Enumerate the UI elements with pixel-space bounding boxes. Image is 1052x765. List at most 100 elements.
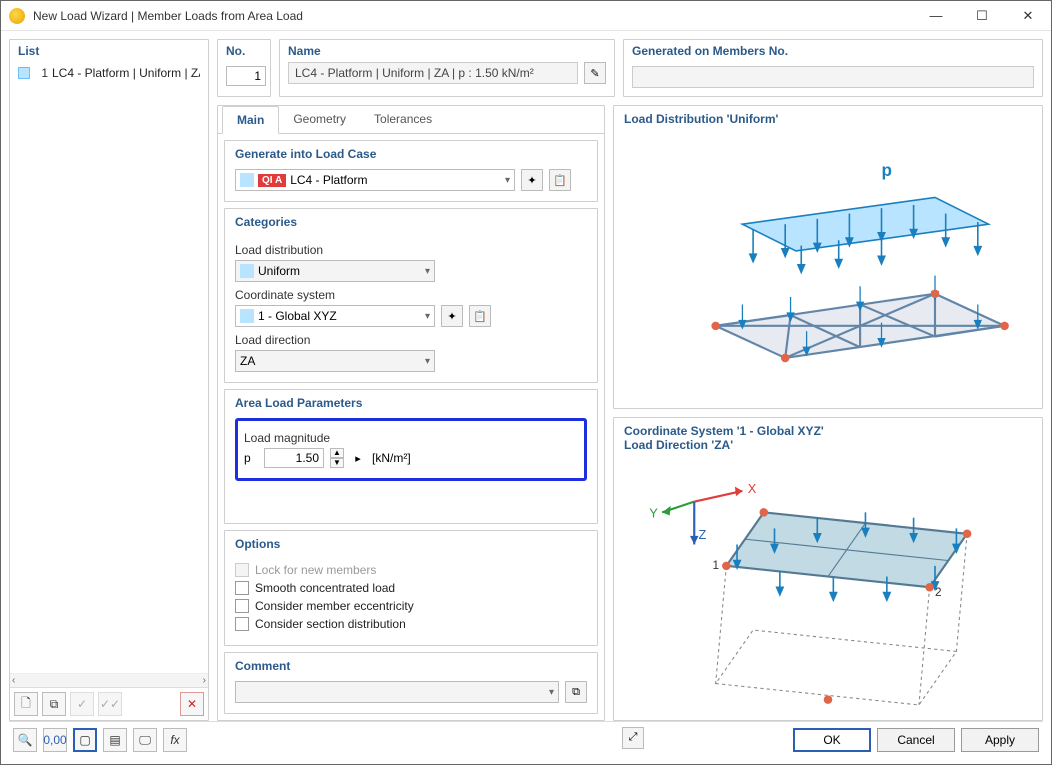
color-mode-button[interactable]: ▢ bbox=[73, 728, 97, 752]
no-input[interactable] bbox=[226, 66, 266, 86]
opt-section-row[interactable]: Consider section distribution bbox=[235, 617, 587, 631]
opt-ecc-label: Consider member eccentricity bbox=[255, 599, 414, 613]
list-item-number: 1 bbox=[34, 66, 48, 80]
name-value: LC4 - Platform | Uniform | ZA | p : 1.50… bbox=[288, 62, 578, 84]
opt-ecc-row[interactable]: Consider member eccentricity bbox=[235, 599, 587, 613]
checkbox-icon[interactable] bbox=[235, 563, 249, 577]
generated-label: Generated on Members No. bbox=[624, 40, 1042, 62]
tab-bar: Main Geometry Tolerances bbox=[218, 106, 604, 134]
options-section: Options Lock for new members bbox=[224, 530, 598, 646]
copy-item-button[interactable]: ⧉ bbox=[42, 692, 66, 716]
coord-swatch bbox=[240, 309, 254, 323]
function-button[interactable]: fx bbox=[163, 728, 187, 752]
maximize-button[interactable]: ☐ bbox=[959, 1, 1005, 30]
load-case-text: LC4 - Platform bbox=[290, 173, 499, 187]
delete-button[interactable]: ✕ bbox=[180, 692, 204, 716]
comment-header: Comment bbox=[225, 653, 597, 677]
opt-section-label: Consider section distribution bbox=[255, 617, 406, 631]
edit-coord-button[interactable]: 📋 bbox=[469, 305, 491, 327]
edit-load-case-button[interactable]: 📋 bbox=[549, 169, 571, 191]
axis-triad: X Y Z bbox=[649, 481, 756, 544]
minimize-button[interactable]: — bbox=[913, 1, 959, 30]
load-mag-unit: [kN/m²] bbox=[372, 451, 411, 465]
coord-label: Coordinate system bbox=[235, 288, 587, 302]
chevron-down-icon: ▾ bbox=[505, 175, 510, 186]
comment-section: Comment ▾ ⧉ bbox=[224, 652, 598, 714]
axis-x-label: X bbox=[748, 481, 757, 496]
load-case-combo[interactable]: QI A LC4 - Platform ▾ bbox=[235, 169, 515, 191]
check-all-button[interactable]: ✓✓ bbox=[98, 692, 122, 716]
area-header: Area Load Parameters bbox=[225, 390, 597, 414]
axis-y-label: Y bbox=[649, 506, 658, 521]
load-mag-symbol: p bbox=[244, 451, 258, 465]
load-dir-text: ZA bbox=[240, 354, 419, 368]
new-load-case-button[interactable]: ✦ bbox=[521, 169, 543, 191]
list-panel: List 1 LC4 - Platform | Uniform | ZA | p… bbox=[9, 39, 209, 721]
opt-smooth-label: Smooth concentrated load bbox=[255, 581, 395, 595]
spin-down-icon[interactable]: ▼ bbox=[330, 458, 344, 468]
name-panel: Name LC4 - Platform | Uniform | ZA | p :… bbox=[279, 39, 615, 97]
load-mag-input[interactable] bbox=[264, 448, 324, 468]
app-icon bbox=[9, 8, 25, 24]
load-dist-swatch bbox=[240, 264, 254, 278]
arrow-right-icon[interactable]: ▸ bbox=[350, 448, 366, 468]
list-header: List bbox=[10, 40, 208, 62]
chevron-down-icon: ▾ bbox=[425, 266, 430, 277]
edit-name-button[interactable]: ✎ bbox=[584, 62, 606, 84]
spin-up-icon[interactable]: ▲ bbox=[330, 448, 344, 458]
load-dist-combo[interactable]: Uniform ▾ bbox=[235, 260, 435, 282]
list-item-label: LC4 - Platform | Uniform | ZA | p : bbox=[52, 66, 200, 80]
dist-preview-title: Load Distribution 'Uniform' bbox=[614, 106, 1042, 126]
form-panel: Main Geometry Tolerances Generate into L… bbox=[217, 105, 605, 721]
show-preview-button[interactable]: ▤ bbox=[103, 728, 127, 752]
plate-iso: 1 2 bbox=[712, 508, 971, 705]
close-button[interactable]: ✕ bbox=[1005, 1, 1051, 30]
display-button[interactable]: 🖵 bbox=[133, 728, 157, 752]
node1-label: 1 bbox=[712, 559, 719, 572]
load-dist-text: Uniform bbox=[258, 264, 419, 278]
titlebar: New Load Wizard | Member Loads from Area… bbox=[1, 1, 1051, 31]
coord-combo[interactable]: 1 - Global XYZ ▾ bbox=[235, 305, 435, 327]
window-title: New Load Wizard | Member Loads from Area… bbox=[33, 9, 913, 23]
name-label: Name bbox=[280, 40, 614, 62]
comment-library-button[interactable]: ⧉ bbox=[565, 681, 587, 703]
new-item-button[interactable]: 🗋 bbox=[14, 692, 38, 716]
checkbox-icon[interactable] bbox=[235, 581, 249, 595]
node2-label: 2 bbox=[935, 586, 942, 599]
load-mag-spinner[interactable]: ▲ ▼ bbox=[330, 448, 344, 468]
categories-section: Categories Load distribution Uniform ▾ bbox=[224, 208, 598, 383]
chevron-down-icon: ▾ bbox=[549, 687, 554, 698]
coord-preview-panel: Coordinate System '1 - Global XYZ' Load … bbox=[613, 417, 1043, 721]
comment-combo[interactable]: ▾ bbox=[235, 681, 559, 703]
tab-geometry[interactable]: Geometry bbox=[279, 106, 360, 133]
dist-preview-svg: p bbox=[614, 126, 1042, 408]
generated-field bbox=[632, 66, 1034, 88]
load-mag-label: Load magnitude bbox=[244, 431, 578, 445]
options-header: Options bbox=[225, 531, 597, 555]
checkbox-icon[interactable] bbox=[235, 617, 249, 631]
units-button[interactable]: 0,00 bbox=[43, 728, 67, 752]
load-dir-combo[interactable]: ZA ▾ bbox=[235, 350, 435, 372]
no-panel: No. bbox=[217, 39, 271, 97]
check-button[interactable]: ✓ bbox=[70, 692, 94, 716]
new-coord-button[interactable]: ✦ bbox=[441, 305, 463, 327]
list-h-scrollbar[interactable]: ‹› bbox=[10, 673, 208, 687]
coord-preview-svg: X Y Z bbox=[614, 452, 1042, 723]
coord-preview-title-1: Coordinate System '1 - Global XYZ' bbox=[614, 418, 1042, 438]
chevron-down-icon: ▾ bbox=[425, 356, 430, 367]
opt-lock-row[interactable]: Lock for new members bbox=[235, 563, 587, 577]
wizard-window: New Load Wizard | Member Loads from Area… bbox=[0, 0, 1052, 765]
preview-zoom-button[interactable]: ⤢ bbox=[622, 727, 644, 749]
checkbox-icon[interactable] bbox=[235, 599, 249, 613]
tab-tolerances[interactable]: Tolerances bbox=[360, 106, 446, 133]
help-button[interactable]: 🔍 bbox=[13, 728, 37, 752]
opt-lock-label: Lock for new members bbox=[255, 563, 376, 577]
tab-main[interactable]: Main bbox=[222, 106, 279, 134]
generate-header: Generate into Load Case bbox=[225, 141, 597, 165]
list-item[interactable]: 1 LC4 - Platform | Uniform | ZA | p : bbox=[14, 64, 204, 82]
coord-preview-title-2: Load Direction 'ZA' bbox=[614, 438, 1042, 452]
load-case-swatch bbox=[240, 173, 254, 187]
dist-preview-panel: Load Distribution 'Uniform' p bbox=[613, 105, 1043, 409]
p-symbol: p bbox=[882, 161, 892, 180]
opt-smooth-row[interactable]: Smooth concentrated load bbox=[235, 581, 587, 595]
